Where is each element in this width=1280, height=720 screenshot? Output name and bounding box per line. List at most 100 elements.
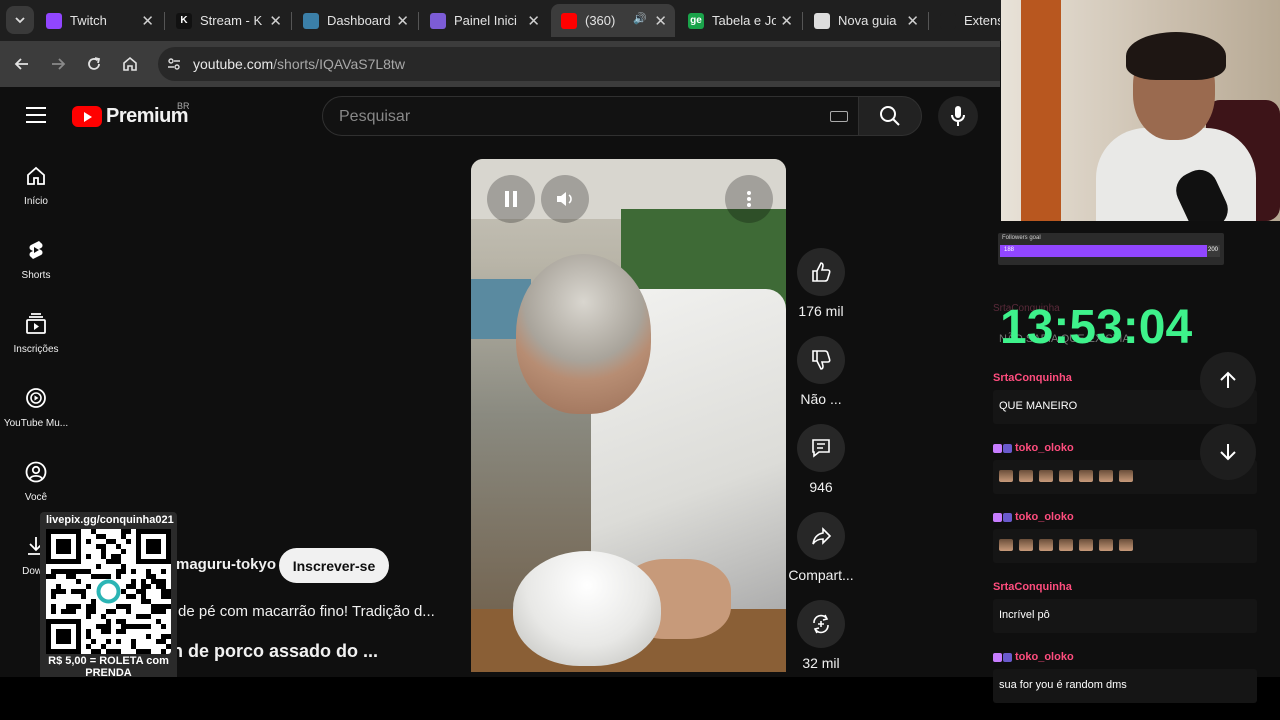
forward-button[interactable]: [47, 53, 69, 75]
reload-icon: [88, 57, 101, 70]
guide-item-home[interactable]: Início: [0, 164, 72, 207]
chat-emote-icon: [1059, 539, 1073, 551]
guide-item-you[interactable]: Você: [0, 460, 72, 503]
tab-close-icon[interactable]: ✕: [654, 12, 667, 30]
back-arrow-icon: [14, 58, 28, 70]
logo-text: Premium: [106, 105, 189, 127]
share-button[interactable]: [797, 512, 845, 560]
browser-tab-5[interactable]: (360) 🔊 ✕: [551, 4, 675, 37]
chat-message: SrtaConquinha Incrível pô: [993, 581, 1257, 633]
chat-message: toko_oloko sua for you é random dms: [993, 651, 1257, 703]
goal-title: Followers goal: [1002, 235, 1041, 241]
remix-count: 32 mil: [802, 655, 840, 671]
chat-emote-icon: [1039, 470, 1053, 482]
subscriptions-icon: [24, 312, 48, 336]
menu-button[interactable]: [26, 107, 46, 123]
tab-close-icon[interactable]: ✕: [527, 12, 540, 30]
dislike-button[interactable]: [797, 336, 845, 384]
webcam-overlay: [1001, 0, 1280, 221]
browser-tab-6[interactable]: ge Tabela e Jo ✕: [678, 4, 801, 37]
guide-item-subscriptions[interactable]: Inscrições: [0, 312, 72, 355]
guide-item-label: Você: [24, 492, 48, 503]
share-action[interactable]: Compart...: [786, 512, 856, 583]
chat-bubble: [993, 529, 1257, 563]
tab-favicon-icon: [303, 12, 319, 29]
back-button[interactable]: [11, 53, 33, 75]
tab-favicon-icon: [430, 12, 446, 29]
tab-close-icon[interactable]: ✕: [906, 12, 919, 30]
voice-search-button[interactable]: [938, 96, 978, 136]
guide-item-shorts[interactable]: Shorts: [0, 238, 72, 281]
scroll-up-button[interactable]: [1200, 352, 1256, 408]
browser-tab-3[interactable]: Dashboard ✕: [293, 4, 417, 37]
url-host: youtube.com: [193, 56, 274, 72]
chat-emote-icon: [1099, 539, 1113, 551]
thumbs-up-icon: [812, 262, 831, 282]
more-options-button[interactable]: [725, 175, 773, 223]
comments-action[interactable]: 946: [786, 424, 856, 495]
tab-label: Stream - K: [200, 13, 263, 28]
tab-separator: [928, 12, 929, 30]
tab-close-icon[interactable]: ✕: [396, 12, 409, 30]
tab-separator: [164, 12, 165, 30]
youtube-play-icon: [72, 106, 102, 127]
tab-close-icon[interactable]: ✕: [141, 12, 154, 30]
browser-tab-4[interactable]: Painel Inici ✕: [420, 4, 548, 37]
search-button[interactable]: [858, 96, 922, 136]
site-info-icon[interactable]: [166, 56, 182, 72]
like-action[interactable]: 176 mil: [786, 248, 856, 319]
browser-tab-7[interactable]: Nova guia ✕: [804, 4, 927, 37]
home-button[interactable]: [119, 53, 141, 75]
chat-emote-icon: [1059, 470, 1073, 482]
youtube-logo[interactable]: Premium BR: [72, 101, 190, 128]
remix-button[interactable]: [797, 600, 845, 648]
guide-item-label: YouTube Mu...: [3, 418, 69, 429]
chat-username: SrtaConquinha: [993, 372, 1072, 384]
pause-icon: [505, 191, 517, 207]
address-bar[interactable]: youtube.com/shorts/IQAVaS7L8tw: [158, 47, 1000, 81]
tab-close-icon[interactable]: ✕: [780, 12, 793, 30]
remix-icon: [813, 614, 829, 634]
dislike-action[interactable]: Não ...: [786, 336, 856, 407]
goal-fill: [1000, 245, 1207, 257]
guide-item-youtube-music[interactable]: YouTube Mu...: [0, 386, 72, 429]
keyboard-icon[interactable]: [830, 111, 848, 122]
chat-emote-icon: [999, 539, 1013, 551]
volume-icon: [557, 192, 572, 206]
browser-toolbar: youtube.com/shorts/IQAVaS7L8tw: [0, 41, 1000, 87]
region-code: BR: [177, 101, 190, 111]
browser-tab-2[interactable]: K Stream - K ✕: [166, 4, 290, 37]
more-vertical-icon: [747, 191, 751, 207]
video-title[interactable]: n de porco assado do ...: [172, 641, 378, 662]
channel-name[interactable]: maguru-tokyo: [176, 556, 276, 573]
video-description[interactable]: de pé com macarrão fino! Tradição d...: [178, 603, 435, 620]
volume-button[interactable]: [541, 175, 589, 223]
browser-tab-1[interactable]: Twitch ✕: [36, 4, 162, 37]
browser-tab-8[interactable]: Extens: [930, 4, 1000, 37]
remix-action[interactable]: 32 mil: [786, 600, 856, 671]
chat-badge-icon: [993, 652, 1002, 662]
chat-emote-icon: [1099, 470, 1113, 482]
qr-caption: R$ 5,00 = ROLETA com PRENDA: [48, 655, 169, 679]
goal-current: 188: [1004, 247, 1015, 253]
tab-separator: [291, 12, 292, 30]
tab-search-button[interactable]: [6, 6, 34, 34]
pause-button[interactable]: [487, 175, 535, 223]
qr-code-pattern: [46, 529, 171, 654]
search-input[interactable]: Pesquisar: [322, 96, 859, 136]
tab-audio-icon[interactable]: 🔊: [633, 12, 647, 25]
subscribe-button[interactable]: Inscrever-se: [279, 548, 389, 583]
reload-button[interactable]: [83, 53, 105, 75]
home-icon: [24, 164, 48, 188]
tab-close-icon[interactable]: ✕: [269, 12, 282, 30]
chat-username: toko_oloko: [1015, 511, 1074, 523]
scroll-down-button[interactable]: [1200, 424, 1256, 480]
like-count: 176 mil: [798, 303, 844, 319]
like-button[interactable]: [797, 248, 845, 296]
chat-username: toko_oloko: [1015, 651, 1074, 663]
short-video-player[interactable]: [471, 159, 786, 672]
home-icon: [123, 56, 137, 71]
chat-badges: [993, 512, 1013, 522]
arrow-down-icon: [1220, 444, 1236, 461]
comments-button[interactable]: [797, 424, 845, 472]
